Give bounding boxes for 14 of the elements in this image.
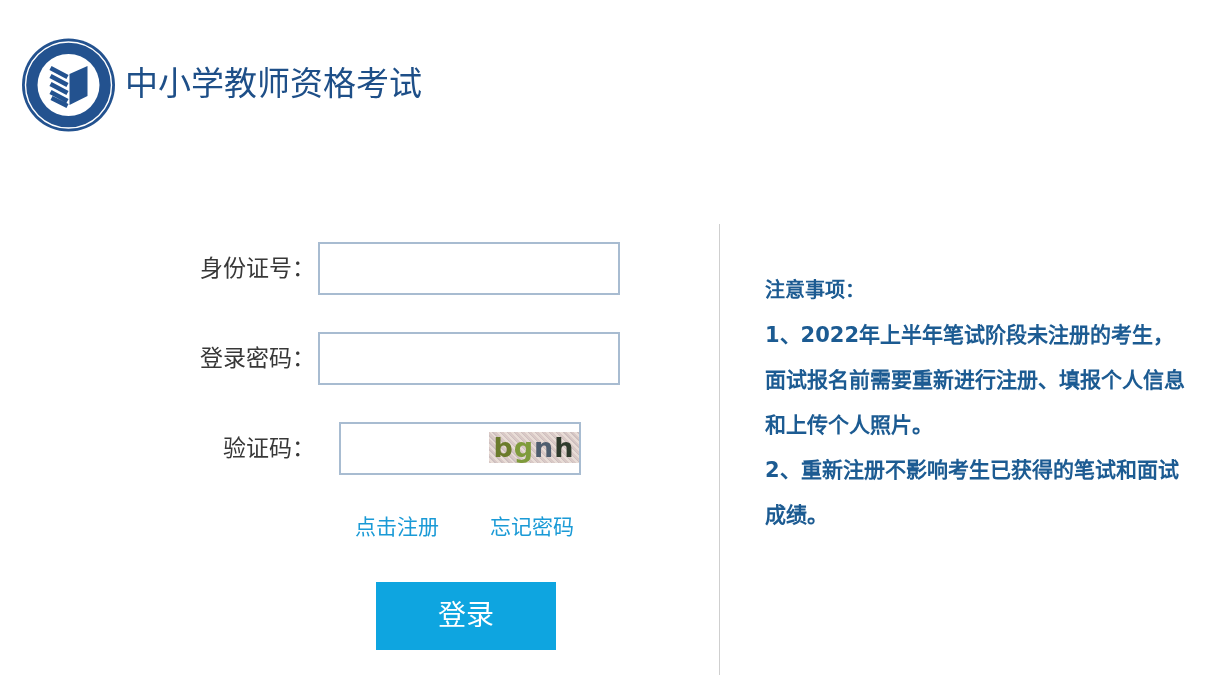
input-field[interactable] bbox=[318, 242, 620, 295]
notice-heading: 注意事项： bbox=[765, 277, 866, 304]
input-field[interactable] bbox=[318, 332, 620, 385]
text-link[interactable]: 点击注册 bbox=[355, 512, 439, 542]
notice-text: 1、2022年上半年笔试阶段未注册的考生，面试报名前需要重新进行注册、填报个人信息和上传个人照片。 bbox=[765, 322, 1186, 439]
login-button[interactable]: 登录 bbox=[376, 582, 556, 650]
field-label: 身份证号： bbox=[199, 254, 316, 284]
notice-text: 2、重新注册不影响考生已获得的笔试和面试成绩。 bbox=[765, 457, 1180, 529]
text-link[interactable]: 忘记密码 bbox=[490, 512, 574, 542]
field-label: 登录密码： bbox=[199, 344, 316, 374]
emblem-logo-icon bbox=[20, 38, 117, 132]
site-title: 中小学教师资格考试 bbox=[125, 67, 422, 100]
captcha-image[interactable]: bgnh bbox=[489, 432, 579, 463]
field-label: 验证码： bbox=[222, 434, 316, 464]
